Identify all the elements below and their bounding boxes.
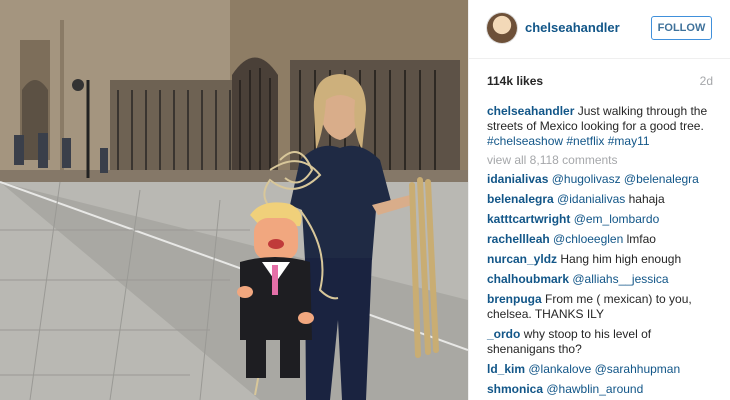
comment-username[interactable]: katttcartwright (487, 212, 570, 226)
comments-list: idanialivas @hugolivasz @belenalegra bel… (487, 172, 717, 400)
instagram-post: chelseahandler FOLLOW 114k likes 2d chel… (0, 0, 730, 400)
post-caption: chelseahandler Just walking through the … (487, 104, 713, 149)
view-all-comments-link[interactable]: view all 8,118 comments (487, 153, 618, 167)
list-item: rachellleah @chloeeglen lmfao (487, 232, 717, 252)
caption-hashtags[interactable]: #chelseashow #netflix #may11 (487, 134, 650, 148)
street-scene-image (0, 0, 468, 400)
caption-username[interactable]: chelseahandler (487, 104, 574, 118)
list-item: idanialivas @hugolivasz @belenalegra (487, 172, 717, 192)
comment-text: hahaja (628, 192, 665, 206)
post-header: chelseahandler FOLLOW (469, 0, 730, 59)
comment-username[interactable]: idanialivas (487, 172, 548, 186)
list-item: nurcan_yldz Hang him high enough (487, 252, 717, 272)
post-stats: 114k likes 2d (487, 74, 713, 90)
comment-text: lmfao (626, 232, 656, 246)
comment-username[interactable]: nurcan_yldz (487, 252, 557, 266)
comment-mention[interactable]: @chloeeglen (553, 232, 623, 246)
follow-button[interactable]: FOLLOW (651, 16, 712, 40)
comment-mention[interactable]: @hawblin_around (546, 382, 643, 396)
post-age[interactable]: 2d (700, 74, 713, 88)
comment-mention[interactable]: @alliahs__jessica (572, 272, 668, 286)
post-photo[interactable] (0, 0, 468, 400)
comment-mention[interactable]: @hugolivasz @belenalegra (552, 172, 699, 186)
list-item: ld_kim @lankalove @sarahhupman (487, 362, 717, 382)
comment-username[interactable]: shmonica (487, 382, 543, 396)
list-item: shmonica @hawblin_around (487, 382, 717, 400)
list-item: _ordo why stoop to his level of shenanig… (487, 327, 717, 362)
list-item: katttcartwright @em_lombardo (487, 212, 717, 232)
comment-mention[interactable]: @lankalove @sarahhupman (528, 362, 680, 376)
comment-username[interactable]: brenpuga (487, 292, 542, 306)
comment-mention[interactable]: @em_lombardo (574, 212, 660, 226)
list-item: belenalegra @idanialivas hahaja (487, 192, 717, 212)
post-sidebar: chelseahandler FOLLOW 114k likes 2d chel… (468, 0, 730, 400)
avatar[interactable] (487, 13, 517, 43)
comment-username[interactable]: belenalegra (487, 192, 554, 206)
comment-username[interactable]: chalhoubmark (487, 272, 569, 286)
comment-username[interactable]: _ordo (487, 327, 520, 341)
comment-username[interactable]: ld_kim (487, 362, 525, 376)
comment-text: Hang him high enough (560, 252, 682, 266)
author-username[interactable]: chelseahandler (525, 20, 620, 35)
list-item: brenpuga From me ( mexican) to you, chel… (487, 292, 717, 327)
comment-username[interactable]: rachellleah (487, 232, 550, 246)
list-item: chalhoubmark @alliahs__jessica (487, 272, 717, 292)
likes-count[interactable]: 114k likes (487, 74, 543, 88)
comment-mention[interactable]: @idanialivas (557, 192, 625, 206)
